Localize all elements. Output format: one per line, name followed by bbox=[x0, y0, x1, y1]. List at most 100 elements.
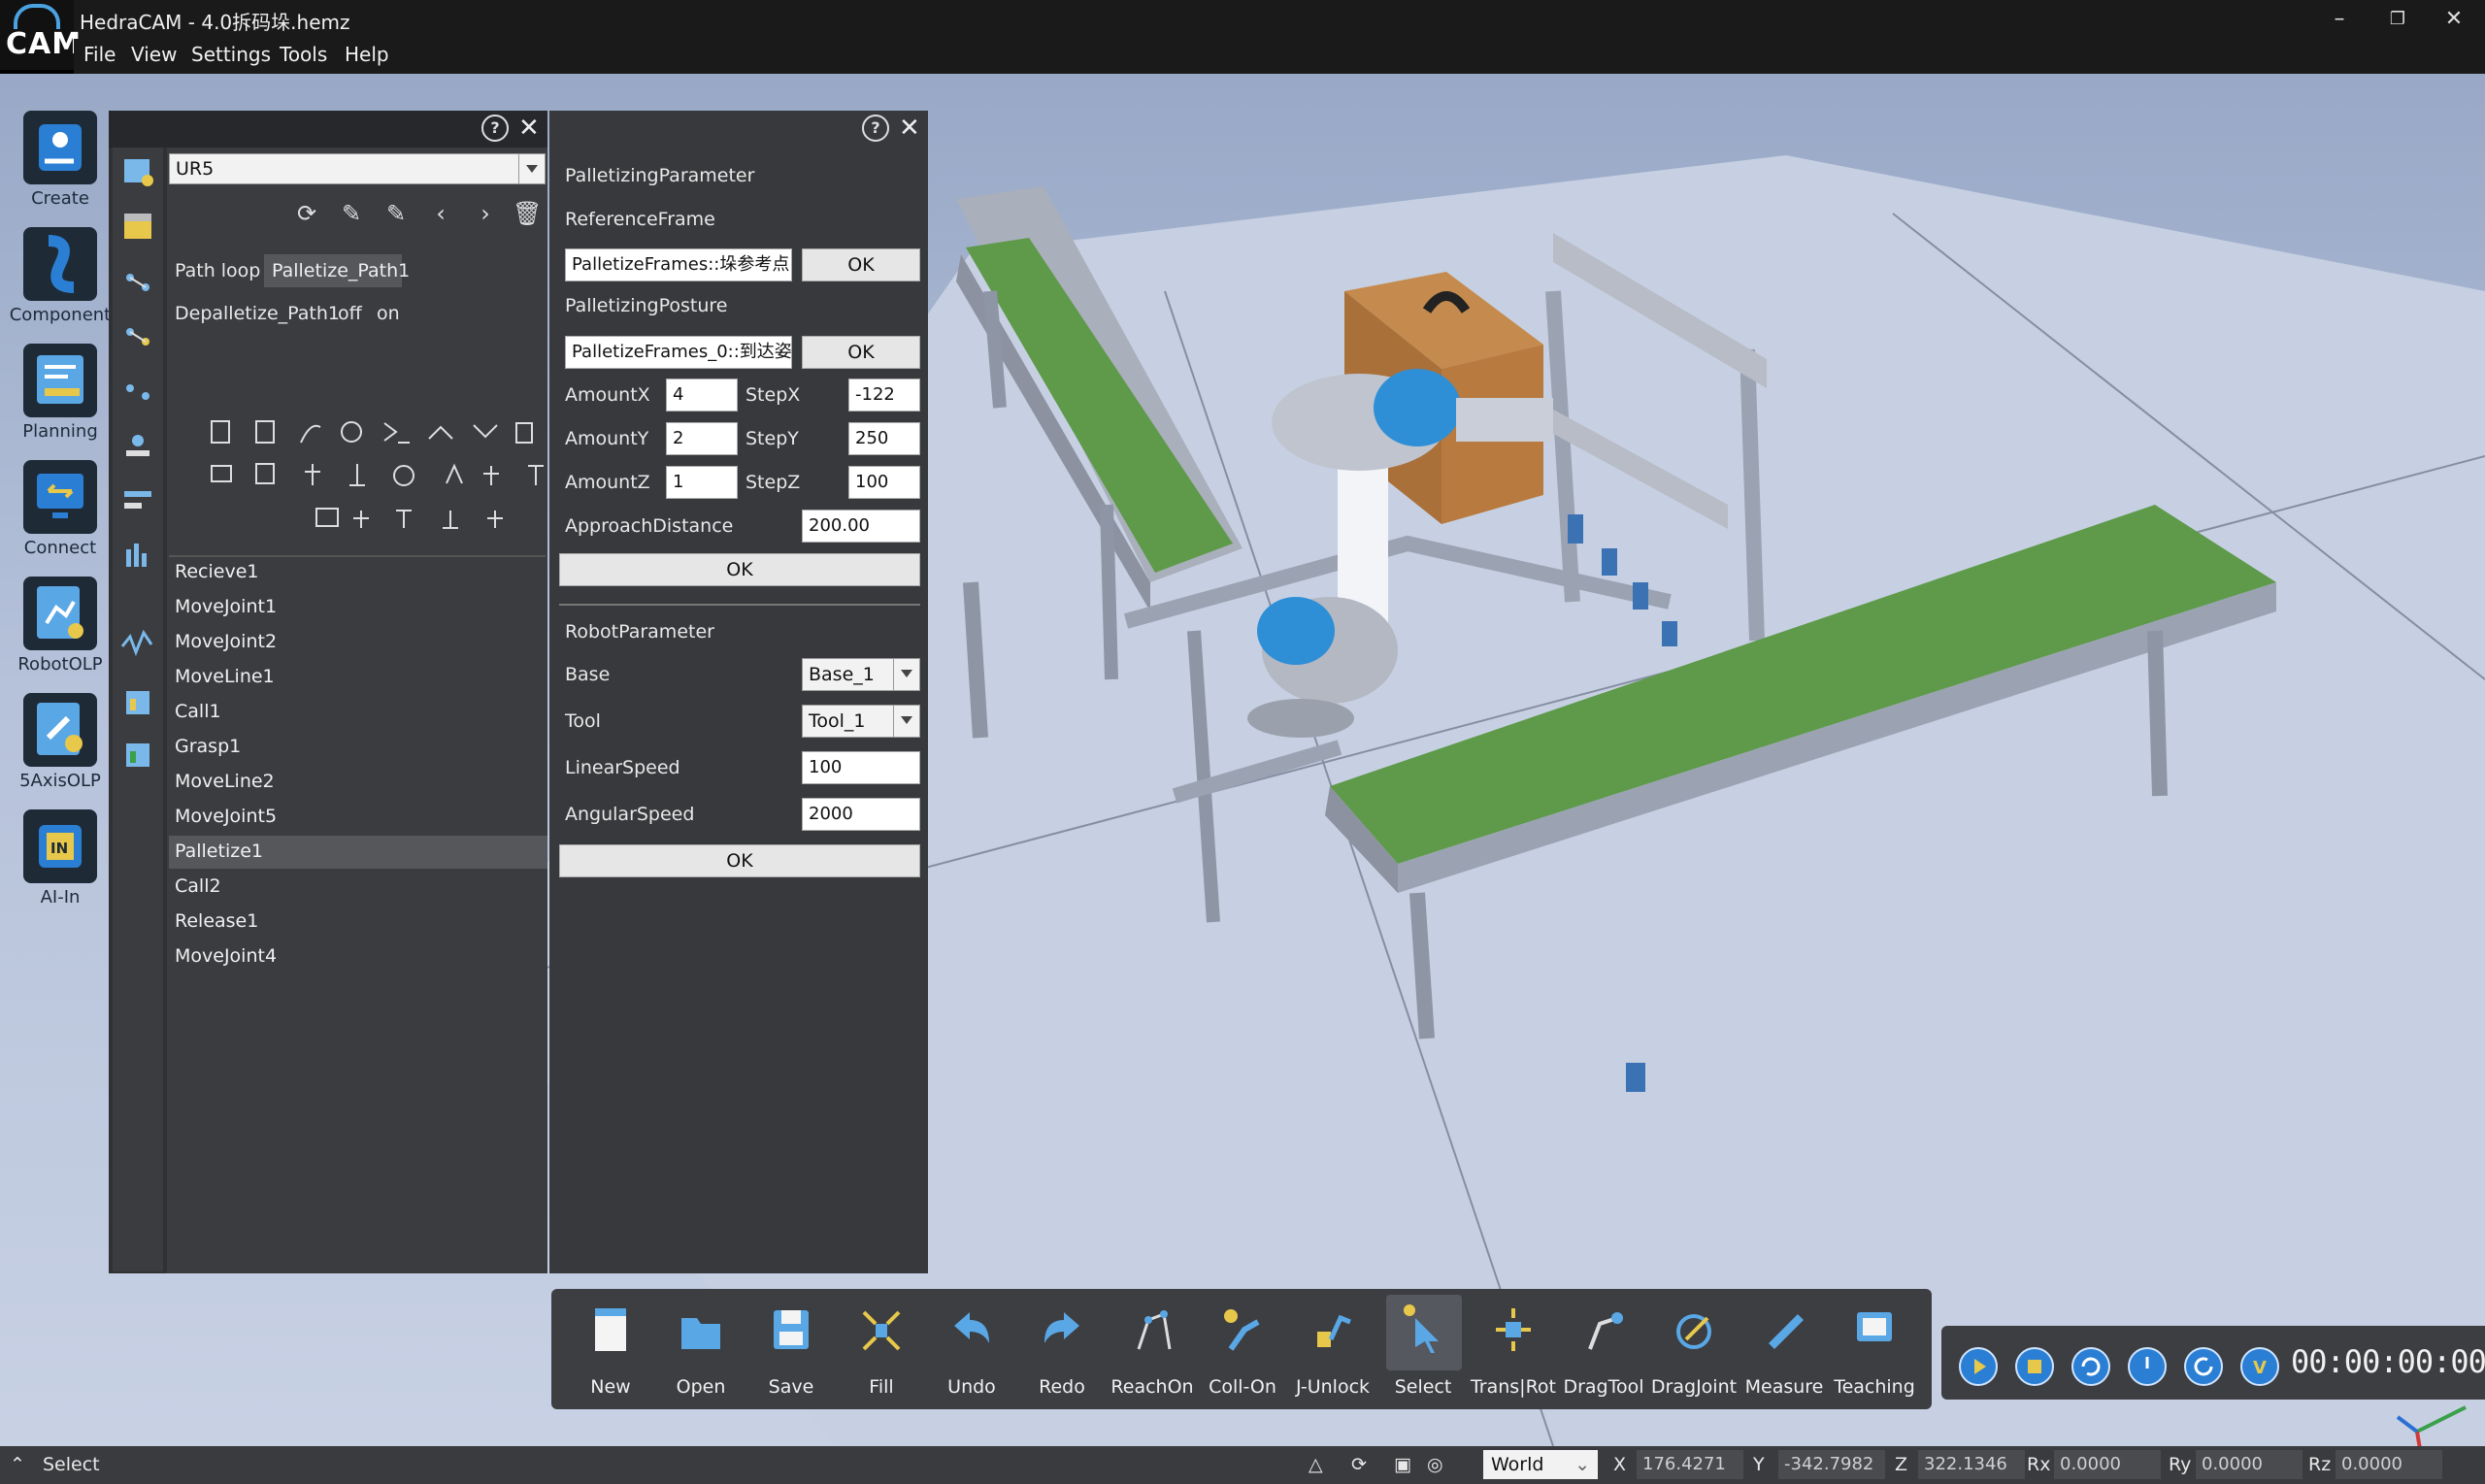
tree-item-call2[interactable]: Call2 bbox=[175, 875, 221, 897]
fill-button[interactable]: Fill bbox=[840, 1297, 923, 1403]
cmd-trash-icon[interactable] bbox=[515, 422, 533, 444]
tree-item-grasp1[interactable]: Grasp1 bbox=[175, 736, 241, 757]
robot-icon[interactable] bbox=[126, 435, 149, 456]
path-node-icon-3[interactable] bbox=[126, 384, 149, 400]
cmd-release-icon[interactable] bbox=[349, 464, 365, 486]
trash-icon[interactable]: 🗑 bbox=[513, 200, 542, 227]
tree-item-movejoint1[interactable]: MoveJoint1 bbox=[175, 596, 277, 617]
timeline-icon[interactable] bbox=[124, 491, 151, 509]
component-button[interactable] bbox=[23, 227, 97, 301]
menu-view[interactable]: View bbox=[131, 43, 177, 66]
coll-on-button[interactable]: Coll-On bbox=[1201, 1297, 1284, 1403]
chevron-down-icon[interactable] bbox=[518, 154, 545, 183]
angular-speed-field[interactable]: 2000 bbox=[802, 798, 920, 831]
params-help-icon[interactable]: ? bbox=[862, 115, 889, 142]
cmd-timer-icon[interactable] bbox=[393, 465, 414, 486]
ry-field[interactable]: 0.0000 bbox=[2196, 1450, 2303, 1479]
forward-icon[interactable] bbox=[2184, 1347, 2223, 1386]
restore-icon[interactable]: ❐ bbox=[2376, 4, 2419, 35]
tree-item-moveline2[interactable]: MoveLine2 bbox=[175, 771, 275, 792]
stop-icon[interactable] bbox=[2015, 1347, 2054, 1386]
reference-frame-ok-button[interactable]: OK bbox=[802, 248, 920, 281]
cmd-comment-icon[interactable] bbox=[211, 465, 232, 482]
cmd-circle-icon[interactable] bbox=[341, 421, 362, 443]
approach-distance-field[interactable]: 200.00 bbox=[802, 510, 920, 543]
robotolp-button[interactable] bbox=[23, 577, 97, 650]
open-button[interactable]: Open bbox=[659, 1297, 743, 1403]
refresh-icon[interactable]: ⟳ bbox=[293, 200, 320, 227]
amount-z-field[interactable]: 1 bbox=[666, 466, 738, 499]
tree-item-movejoint5[interactable]: MoveJoint5 bbox=[175, 806, 277, 827]
5axisolp-button[interactable] bbox=[23, 693, 97, 767]
tree-item-movejoint2[interactable]: MoveJoint2 bbox=[175, 631, 277, 652]
x-field[interactable]: 176.4271 bbox=[1637, 1450, 1743, 1479]
play-icon[interactable] bbox=[1959, 1347, 1998, 1386]
menu-help[interactable]: Help bbox=[345, 43, 389, 66]
j-unlock-button[interactable]: J-Unlock bbox=[1291, 1297, 1375, 1403]
speed-icon[interactable]: V bbox=[2240, 1347, 2279, 1386]
view-mode-icon[interactable]: ▣ bbox=[1394, 1454, 1411, 1475]
cmd-doc2-icon[interactable] bbox=[255, 420, 275, 444]
bar-chart-icon[interactable] bbox=[126, 544, 147, 567]
step-icon[interactable] bbox=[2128, 1347, 2167, 1386]
reference-frame-field[interactable]: PalletizeFrames::垛参考点 bbox=[565, 248, 792, 281]
rx-field[interactable]: 0.0000 bbox=[2054, 1450, 2161, 1479]
help-icon[interactable]: ? bbox=[481, 115, 509, 142]
tree-item-palletize1[interactable]: Palletize1 bbox=[175, 841, 263, 862]
new-button[interactable]: New bbox=[569, 1297, 652, 1403]
cmd-set-icon[interactable] bbox=[353, 511, 369, 528]
eye-icon[interactable]: ◎ bbox=[1427, 1454, 1443, 1475]
z-field[interactable]: 322.1346 bbox=[1918, 1450, 2025, 1479]
list-icon[interactable] bbox=[124, 214, 151, 239]
amount-x-field[interactable]: 4 bbox=[666, 379, 738, 412]
frame-chevron-down-icon[interactable]: ⌄ bbox=[1574, 1450, 1590, 1479]
y-field[interactable]: -342.7982 bbox=[1778, 1450, 1885, 1479]
ai-in-button[interactable]: IN bbox=[23, 809, 97, 883]
cmd-insert-icon[interactable] bbox=[443, 511, 458, 529]
connect-button[interactable] bbox=[23, 460, 97, 534]
rz-field[interactable]: 0.0000 bbox=[2336, 1450, 2442, 1479]
step-y-field[interactable]: 250 bbox=[848, 422, 920, 455]
step-z-field[interactable]: 100 bbox=[848, 466, 920, 499]
tree-item-movejoint4[interactable]: MoveJoint4 bbox=[175, 945, 277, 967]
dragjoint-button[interactable]: DragJoint bbox=[1651, 1297, 1737, 1403]
cmd-line-icon[interactable] bbox=[383, 422, 410, 444]
tool-chevron-down-icon[interactable] bbox=[893, 706, 919, 737]
undo-button[interactable]: Undo bbox=[930, 1297, 1013, 1403]
tree-item-recieve1[interactable]: Recieve1 bbox=[175, 561, 258, 582]
cmd-doc-icon[interactable] bbox=[211, 420, 230, 444]
edit-path-icon[interactable]: ✎ bbox=[338, 200, 365, 227]
palletizing-ok-button[interactable]: OK bbox=[559, 553, 920, 586]
edit-doc-icon[interactable]: ✎ bbox=[382, 200, 410, 227]
minimize-icon[interactable]: – bbox=[2318, 4, 2361, 35]
cmd-get-icon[interactable] bbox=[396, 510, 412, 528]
waveform-icon[interactable] bbox=[120, 629, 153, 657]
cmd-grasp-icon[interactable] bbox=[305, 464, 320, 485]
rotate-view-icon[interactable]: ⟳ bbox=[1351, 1454, 1367, 1475]
cmd-tool-icon[interactable] bbox=[487, 511, 503, 528]
chevron-left-icon[interactable]: ‹ bbox=[427, 200, 454, 227]
tree-item-release1[interactable]: Release1 bbox=[175, 910, 258, 932]
robot-parameter-ok-button[interactable]: OK bbox=[559, 844, 920, 877]
rewind-icon[interactable] bbox=[2071, 1347, 2110, 1386]
tool-select[interactable]: Tool_1 bbox=[802, 705, 920, 738]
report-icon-2[interactable] bbox=[126, 743, 149, 767]
step-x-field[interactable]: -122 bbox=[848, 379, 920, 412]
robot-select[interactable]: UR5 bbox=[169, 153, 546, 184]
close-icon[interactable]: ✕ bbox=[518, 115, 540, 141]
cmd-up-icon[interactable] bbox=[428, 425, 453, 440]
teaching-button[interactable]: Teaching bbox=[1833, 1297, 1916, 1403]
tree-item-moveline1[interactable]: MoveLine1 bbox=[175, 666, 275, 687]
posture-ok-button[interactable]: OK bbox=[802, 336, 920, 369]
save-button[interactable]: Save bbox=[749, 1297, 833, 1403]
status-expand-icon[interactable]: ⌃ bbox=[10, 1454, 25, 1475]
cmd-wait-icon[interactable] bbox=[528, 465, 544, 485]
cmd-down-icon[interactable] bbox=[473, 424, 498, 439]
cmd-palletize-icon[interactable] bbox=[315, 508, 339, 527]
linear-speed-field[interactable]: 100 bbox=[802, 751, 920, 784]
palletizing-posture-field[interactable]: PalletizeFrames_0::到达姿态 bbox=[565, 336, 792, 369]
path-node-icon-2[interactable] bbox=[126, 328, 149, 346]
cmd-arc-icon[interactable] bbox=[300, 424, 321, 444]
on-toggle[interactable]: on bbox=[377, 303, 400, 324]
measure-button[interactable]: Measure bbox=[1742, 1297, 1826, 1403]
